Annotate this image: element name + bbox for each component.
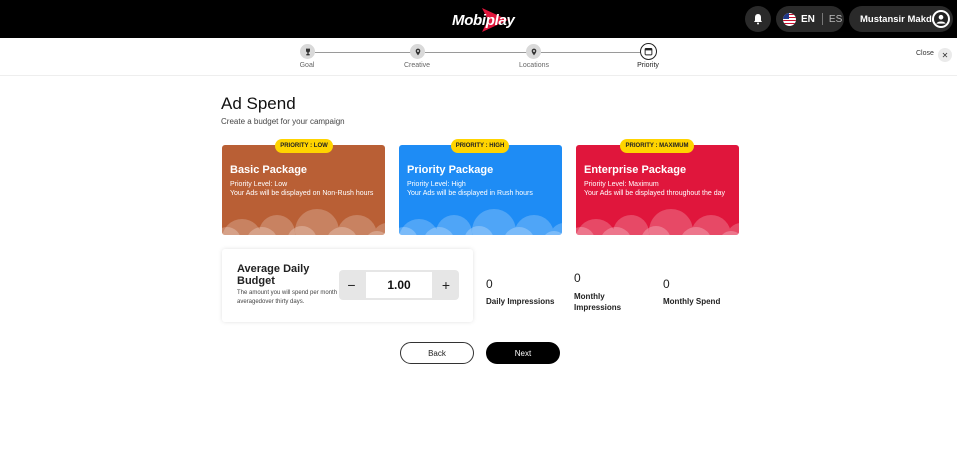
daily-impressions-value: 0 bbox=[486, 277, 493, 291]
stepper-connector bbox=[315, 52, 417, 53]
back-button[interactable]: Back bbox=[400, 342, 474, 364]
monthly-impressions-label: Monthly Impressions bbox=[574, 292, 622, 312]
step-locations[interactable] bbox=[526, 44, 541, 59]
bell-icon bbox=[754, 14, 762, 25]
user-avatar-icon bbox=[932, 10, 950, 28]
package-description: Your Ads will be displayed throughout th… bbox=[584, 190, 726, 197]
trophy-icon bbox=[305, 48, 310, 55]
priority-badge-low: PRIORITY : LOW bbox=[275, 139, 333, 153]
budget-description: The amount you will spend per month aver… bbox=[237, 290, 338, 305]
language-divider bbox=[821, 13, 823, 25]
user-menu-button[interactable]: Mustansir Makda bbox=[849, 6, 953, 32]
step-label-creative: Creative bbox=[403, 62, 431, 69]
package-priority-level: Priority Level: Low bbox=[230, 181, 288, 188]
daily-impressions-label: Daily Impressions bbox=[486, 297, 555, 306]
package-name: Enterprise Package bbox=[584, 164, 687, 176]
package-description: Your Ads will be displayed on Non-Rush h… bbox=[230, 190, 374, 197]
language-es[interactable]: ES bbox=[829, 14, 842, 25]
clouds-illustration bbox=[399, 209, 562, 235]
calendar-icon bbox=[644, 48, 653, 56]
location-pin-icon bbox=[415, 48, 420, 55]
us-flag-icon bbox=[783, 12, 796, 26]
daily-budget-card: Average Daily Budget The amount you will… bbox=[222, 249, 473, 322]
monthly-spend-label: Monthly Spend bbox=[663, 297, 721, 306]
step-label-priority: Priority bbox=[637, 62, 659, 69]
priority-badge-high: PRIORITY : HIGH bbox=[451, 139, 509, 153]
monthly-spend-value: 0 bbox=[663, 277, 670, 291]
top-header: Mobiplay EN ES Mustansir Makda bbox=[0, 0, 957, 38]
mobiplay-logo[interactable]: Mobiplay bbox=[452, 8, 515, 32]
package-card-enterprise[interactable]: Enterprise Package Priority Level: Maxim… bbox=[576, 145, 739, 235]
close-button[interactable]: ✕ bbox=[938, 48, 952, 62]
step-creative[interactable] bbox=[410, 44, 425, 59]
stepper-connector bbox=[425, 52, 527, 53]
monthly-impressions-value: 0 bbox=[574, 271, 581, 285]
language-switcher[interactable]: EN ES bbox=[776, 6, 844, 32]
package-name: Priority Package bbox=[407, 164, 494, 176]
page-subtitle: Create a budget for your campaign bbox=[221, 117, 345, 126]
next-button[interactable]: Next bbox=[486, 342, 560, 364]
close-icon: ✕ bbox=[941, 50, 949, 60]
stepper-connector bbox=[541, 52, 641, 53]
language-en[interactable]: EN bbox=[801, 14, 815, 25]
package-name: Basic Package bbox=[230, 164, 308, 176]
notifications-button[interactable] bbox=[745, 6, 771, 32]
step-label-goal: Goal bbox=[299, 62, 315, 69]
increase-budget-button[interactable]: + bbox=[433, 270, 459, 300]
campaign-stepper: Goal Creative Locations Priority Close ✕ bbox=[0, 38, 957, 76]
package-priority-level: Priority Level: High bbox=[407, 181, 466, 188]
location-pin-icon bbox=[531, 48, 536, 55]
logo-text: Mobiplay bbox=[452, 11, 515, 29]
package-card-basic[interactable]: Basic Package Priority Level: Low Your A… bbox=[222, 145, 385, 235]
decrease-budget-button[interactable]: − bbox=[339, 270, 364, 300]
package-card-priority[interactable]: Priority Package Priority Level: High Yo… bbox=[399, 145, 562, 235]
priority-badge-maximum: PRIORITY : MAXIMUM bbox=[620, 139, 694, 153]
clouds-illustration bbox=[576, 209, 739, 235]
package-description: Your Ads will be displayed in Rush hours bbox=[407, 190, 533, 197]
clouds-illustration bbox=[222, 209, 385, 235]
page-title: Ad Spend bbox=[221, 94, 296, 113]
budget-stepper: − + bbox=[339, 270, 459, 300]
budget-input[interactable] bbox=[366, 272, 432, 298]
package-priority-level: Priority Level: Maximum bbox=[584, 181, 659, 188]
step-goal[interactable] bbox=[300, 44, 315, 59]
close-label[interactable]: Close bbox=[916, 50, 934, 57]
step-priority[interactable] bbox=[640, 43, 657, 60]
budget-title: Average Daily Budget bbox=[237, 263, 310, 287]
user-name: Mustansir Makda bbox=[860, 13, 938, 25]
step-label-locations: Locations bbox=[519, 62, 549, 69]
